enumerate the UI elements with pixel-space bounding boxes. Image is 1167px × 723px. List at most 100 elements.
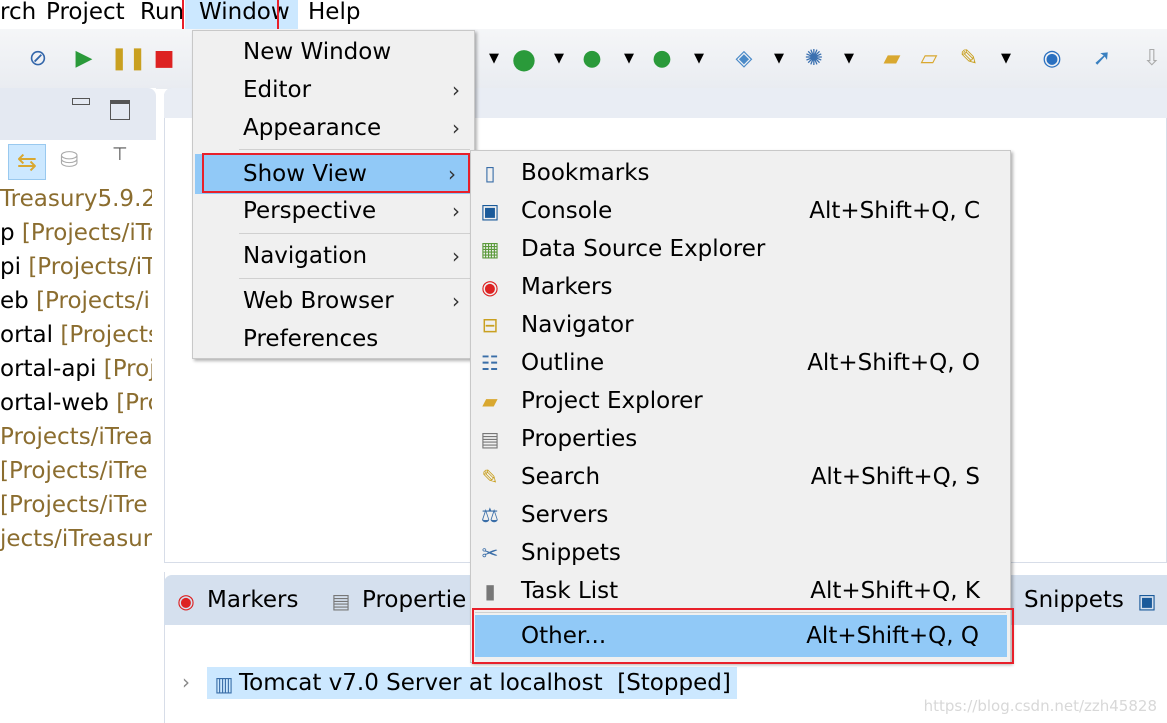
tree-item[interactable]: ortal-api [Proje [0, 353, 152, 385]
tree-item[interactable]: [Projects/iTre [0, 455, 152, 487]
suspend-icon[interactable]: ❚❚ [110, 45, 147, 73]
submenu-item-search[interactable]: ✎ Search Alt+Shift+Q, S [473, 458, 1008, 496]
tree-item[interactable]: ortal [Projects/ [0, 319, 152, 351]
menu-help[interactable]: Help [304, 0, 364, 29]
separator [239, 149, 470, 150]
properties-icon: ▤ [480, 427, 500, 451]
markers-icon: ◉ [177, 588, 195, 613]
project-name: ortal-web [0, 390, 109, 416]
tab-label: Propertie [362, 587, 467, 613]
markers-icon: ◉ [481, 275, 499, 299]
chevron-right-icon: › [452, 289, 460, 313]
view-menu-icon[interactable]: ⊤ [112, 144, 128, 165]
dropdown-icon[interactable]: ▼ [615, 45, 643, 73]
menu-item-preferences[interactable]: Preferences [193, 320, 474, 358]
run-server-icon[interactable]: ● [578, 45, 606, 73]
project-name: ortal [0, 322, 54, 348]
server-icon: ▥ [214, 671, 234, 696]
collapse-all-icon[interactable]: ⛁ [60, 148, 78, 173]
dropdown-icon[interactable]: ▼ [765, 45, 793, 73]
expand-chevron-icon[interactable]: › [182, 670, 190, 694]
globe-icon[interactable]: ◉ [1038, 45, 1066, 73]
project-name: Treasury5.9.2 [0, 186, 152, 212]
submenu-item-shortcut: Alt+Shift+Q, O [807, 350, 980, 376]
tab-markers[interactable]: ◉ Markers [173, 583, 298, 617]
terminate-icon[interactable]: ■ [150, 45, 178, 73]
deploy-icon[interactable]: ➚ [1088, 45, 1116, 73]
search-icon[interactable]: ✎ [955, 45, 983, 73]
menu-item-appearance[interactable]: Appearance › [193, 109, 474, 147]
dropdown-icon[interactable]: ▼ [992, 45, 1020, 73]
tree-item[interactable]: pi [Projects/iT [0, 251, 152, 283]
open-task-icon[interactable]: ▱ [915, 45, 943, 73]
external-tools-icon[interactable]: ● [648, 45, 676, 73]
submenu-item-markers[interactable]: ◉ Markers [473, 268, 1008, 306]
servers-icon: ⚖ [481, 503, 499, 527]
minimize-icon[interactable] [72, 98, 90, 105]
menu-item-label: Editor [243, 77, 312, 103]
new-server-icon[interactable]: ◈ [730, 45, 758, 73]
submenu-item-snippets[interactable]: ✂ Snippets [473, 534, 1008, 572]
annotation-box-show-view [202, 153, 470, 193]
menu-item-web-browser[interactable]: Web Browser › [193, 282, 474, 320]
menu-bar: rch Project Run Window Help [0, 0, 1167, 29]
tree-item[interactable]: p [Projects/iTr [0, 217, 152, 249]
menu-project[interactable]: Project [42, 0, 129, 29]
dropdown-icon[interactable]: ▼ [545, 45, 573, 73]
run-icon[interactable]: ● [510, 45, 538, 73]
navigator-icon: ⊟ [481, 313, 499, 337]
search-icon: ✎ [481, 465, 499, 489]
project-path: Projects/iTrea [0, 424, 152, 450]
resume-icon[interactable]: ▶ [70, 45, 98, 73]
submenu-item-properties[interactable]: ▤ Properties [473, 420, 1008, 458]
separator [239, 278, 470, 279]
menu-item-label: Navigation [243, 243, 368, 269]
project-path: [Projects/iTre [0, 458, 148, 484]
chevron-right-icon: › [452, 199, 460, 223]
submenu-item-outline[interactable]: ☷ Outline Alt+Shift+Q, O [473, 344, 1008, 382]
submenu-item-task-list[interactable]: ▮ Task List Alt+Shift+Q, K [473, 572, 1008, 610]
submenu-item-servers[interactable]: ⚖ Servers [473, 496, 1008, 534]
open-type-icon[interactable]: ▰ [878, 45, 906, 73]
console-icon: ▣ [480, 199, 500, 223]
tree-item[interactable]: eb [Projects/i [0, 285, 152, 317]
new-web-service-icon[interactable]: ✺ [800, 45, 828, 73]
annotation-box-other [472, 608, 1014, 664]
dropdown-icon[interactable]: ▼ [480, 45, 508, 73]
server-row[interactable]: ▥ Tomcat v7.0 Server at localhost [Stoppe… [207, 667, 737, 699]
download-icon[interactable]: ⇩ [1138, 45, 1166, 73]
show-view-submenu: ▯ Bookmarks ▣ Console Alt+Shift+Q, C ▦ Data So… [470, 150, 1011, 663]
submenu-item-console[interactable]: ▣ Console Alt+Shift+Q, C [473, 192, 1008, 230]
submenu-item-label: Markers [521, 274, 613, 300]
menu-item-navigation[interactable]: Navigation › [193, 237, 474, 275]
tree-item[interactable]: Projects/iTrea [0, 421, 152, 453]
tree-item[interactable]: jects/iTreasur [0, 523, 152, 555]
menu-item-perspective[interactable]: Perspective › [193, 192, 474, 230]
menu-item-new-window[interactable]: New Window [193, 33, 474, 71]
skip-breakpoints-icon[interactable]: ⊘ [24, 45, 52, 73]
submenu-item-data-source-explorer[interactable]: ▦ Data Source Explorer [473, 230, 1008, 268]
tab-label: Snippets [1024, 587, 1124, 613]
menu-item-label: Appearance [243, 115, 382, 141]
dropdown-icon[interactable]: ▼ [685, 45, 713, 73]
menu-item-editor[interactable]: Editor › [193, 71, 474, 109]
tree-item[interactable]: ortal-web [Pro [0, 387, 152, 419]
tab-label: Markers [207, 587, 299, 613]
menu-run[interactable]: Run [136, 0, 188, 29]
tree-item[interactable]: Treasury5.9.2 [0, 183, 152, 215]
submenu-item-shortcut: Alt+Shift+Q, C [809, 198, 980, 224]
submenu-item-project-explorer[interactable]: ▰ Project Explorer [473, 382, 1008, 420]
data-source-explorer-icon: ▦ [480, 237, 500, 261]
dropdown-icon[interactable]: ▼ [835, 45, 863, 73]
submenu-item-label: Properties [521, 426, 638, 452]
tab-snippets[interactable]: Snippets ▣ [1024, 583, 1167, 617]
menu-search[interactable]: rch [0, 0, 40, 29]
submenu-item-navigator[interactable]: ⊟ Navigator [473, 306, 1008, 344]
tab-properties[interactable]: ▤ Propertie [328, 583, 467, 617]
maximize-icon[interactable] [110, 100, 130, 120]
submenu-item-bookmarks[interactable]: ▯ Bookmarks [473, 154, 1008, 192]
link-with-editor-icon[interactable]: ⇆ [8, 144, 46, 180]
tree-item[interactable]: [Projects/iTre [0, 489, 152, 521]
menu-item-label: Preferences [243, 326, 379, 352]
menu-item-label: New Window [243, 39, 392, 65]
